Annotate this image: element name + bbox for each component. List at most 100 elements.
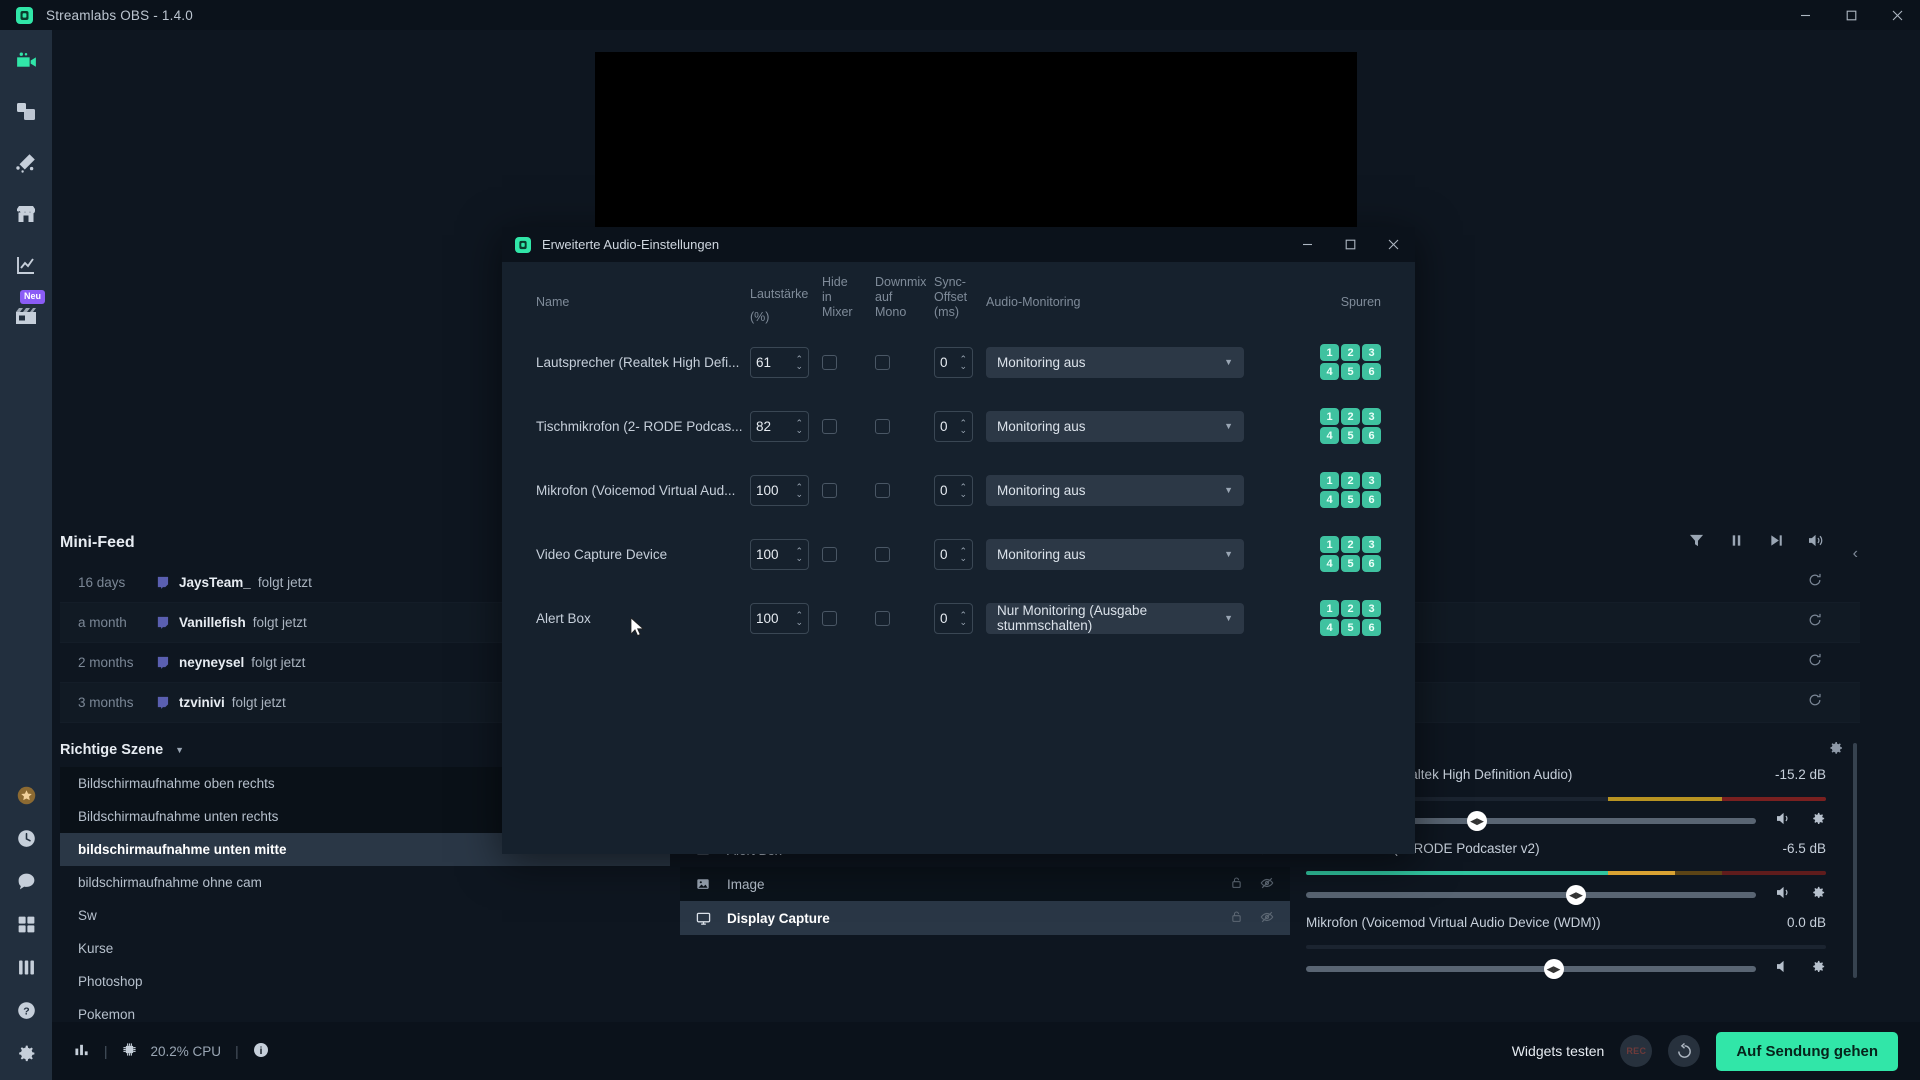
stepper-arrows-icon[interactable]: ⌃ ⌄	[959, 610, 967, 626]
layout-editor-icon[interactable]	[13, 99, 39, 125]
monitoring-select[interactable]: Monitoring aus ▼	[986, 410, 1254, 442]
stepper-arrows-icon[interactable]: ⌃ ⌄	[959, 482, 967, 498]
slider-handle[interactable]: ◀▶	[1566, 885, 1586, 905]
track-toggle-2[interactable]: 2	[1341, 536, 1360, 553]
track-toggle-2[interactable]: 2	[1341, 408, 1360, 425]
sidebar-item-scene[interactable]: Kurse	[60, 932, 670, 965]
slider-handle[interactable]: ◀▶	[1467, 811, 1487, 831]
replay-buffer-button[interactable]	[1668, 1035, 1701, 1067]
lock-icon[interactable]	[1230, 876, 1243, 893]
dialog-close-button[interactable]	[1372, 227, 1415, 262]
mute-icon[interactable]	[1776, 885, 1793, 905]
sync-offset-stepper[interactable]: 0 ⌃ ⌄	[934, 410, 986, 442]
sidebar-item-scene[interactable]: bildschirmaufnahme ohne cam	[60, 866, 670, 899]
list-item-selected[interactable]: Display Capture	[680, 901, 1290, 935]
recent-events-icon[interactable]	[15, 827, 37, 849]
track-toggle-5[interactable]: 5	[1341, 555, 1360, 572]
sync-offset-stepper[interactable]: 0 ⌃ ⌄	[934, 538, 986, 570]
settings-icon[interactable]	[15, 1042, 37, 1064]
dashboard-icon[interactable]	[13, 252, 39, 278]
dialog-minimize-button[interactable]	[1286, 227, 1329, 262]
mute-icon[interactable]	[1776, 959, 1793, 979]
volume-stepper[interactable]: 61 ⌃ ⌄	[750, 346, 822, 378]
stepper-arrows-icon[interactable]: ⌃ ⌄	[795, 546, 803, 562]
mute-icon[interactable]	[1776, 811, 1793, 831]
track-toggle-5[interactable]: 5	[1341, 491, 1360, 508]
store-icon[interactable]	[13, 201, 39, 227]
stepper-arrows-icon[interactable]: ⌃ ⌄	[959, 354, 967, 370]
track-toggle-3[interactable]: 3	[1362, 344, 1381, 361]
slider-handle[interactable]: ◀▶	[1543, 959, 1564, 979]
editor-icon[interactable]	[13, 48, 39, 74]
track-toggle-6[interactable]: 6	[1362, 555, 1381, 572]
maximize-button[interactable]	[1828, 0, 1874, 30]
volume-stepper[interactable]: 100 ⌃ ⌄	[750, 474, 822, 506]
track-toggle-4[interactable]: 4	[1320, 491, 1339, 508]
monitoring-select[interactable]: Nur Monitoring (Ausgabe stummschalten) ▼	[986, 602, 1254, 634]
chevron-down-icon[interactable]: ▼	[175, 745, 184, 755]
track-toggle-4[interactable]: 4	[1320, 363, 1339, 380]
highlighter-icon[interactable]: Neu	[13, 290, 46, 329]
track-toggle-1[interactable]: 1	[1320, 600, 1339, 617]
list-item[interactable]: Image	[680, 867, 1290, 901]
stepper-arrows-icon[interactable]: ⌃ ⌄	[795, 354, 803, 370]
track-toggle-3[interactable]: 3	[1362, 408, 1381, 425]
hide-in-mixer-checkbox[interactable]	[822, 546, 875, 562]
track-toggle-1[interactable]: 1	[1320, 344, 1339, 361]
info-icon[interactable]: i	[253, 1042, 269, 1061]
volume-slider[interactable]: ◀▶	[1306, 885, 1756, 905]
skip-icon[interactable]	[1767, 531, 1785, 549]
stepper-arrows-icon[interactable]: ⌃ ⌄	[795, 418, 803, 434]
track-toggle-6[interactable]: 6	[1362, 619, 1381, 636]
volume-icon[interactable]	[1807, 531, 1825, 549]
chevron-down-icon[interactable]: ▼	[1224, 421, 1233, 431]
performance-icon[interactable]	[74, 1042, 90, 1060]
track-toggle-6[interactable]: 6	[1362, 363, 1381, 380]
hide-in-mixer-checkbox[interactable]	[822, 418, 875, 434]
track-toggle-6[interactable]: 6	[1362, 491, 1381, 508]
chat-icon[interactable]	[15, 870, 37, 892]
stepper-arrows-icon[interactable]: ⌃ ⌄	[795, 482, 803, 498]
refresh-icon[interactable]	[1808, 613, 1822, 632]
chevron-down-icon[interactable]: ▼	[1224, 549, 1233, 559]
help-icon[interactable]: ?	[15, 999, 37, 1021]
stepper-arrows-icon[interactable]: ⌃ ⌄	[795, 610, 803, 626]
sync-offset-stepper[interactable]: 0 ⌃ ⌄	[934, 346, 986, 378]
channel-settings-icon[interactable]	[1811, 811, 1826, 831]
track-toggle-4[interactable]: 4	[1320, 619, 1339, 636]
track-toggle-4[interactable]: 4	[1320, 555, 1339, 572]
volume-stepper[interactable]: 100 ⌃ ⌄	[750, 538, 822, 570]
chevron-down-icon[interactable]: ▼	[1224, 357, 1233, 367]
track-toggle-1[interactable]: 1	[1320, 408, 1339, 425]
track-toggle-5[interactable]: 5	[1341, 619, 1360, 636]
track-toggle-3[interactable]: 3	[1362, 600, 1381, 617]
lock-icon[interactable]	[1230, 910, 1243, 927]
stepper-arrows-icon[interactable]: ⌃ ⌄	[959, 546, 967, 562]
go-live-button[interactable]: Auf Sendung gehen	[1716, 1031, 1898, 1071]
downmix-mono-checkbox[interactable]	[875, 418, 934, 434]
layout-columns-icon[interactable]	[15, 956, 37, 978]
downmix-mono-checkbox[interactable]	[875, 546, 934, 562]
sync-offset-stepper[interactable]: 0 ⌃ ⌄	[934, 474, 986, 506]
close-button[interactable]	[1874, 0, 1920, 30]
chevron-down-icon[interactable]: ▼	[1224, 613, 1233, 623]
monitoring-select[interactable]: Monitoring aus ▼	[986, 474, 1254, 506]
visibility-off-icon[interactable]	[1260, 876, 1274, 893]
test-widgets-button[interactable]: Widgets testen	[1512, 1043, 1605, 1059]
dialog-maximize-button[interactable]	[1329, 227, 1372, 262]
pause-icon[interactable]	[1727, 531, 1745, 549]
sidebar-item-scene[interactable]: Sw	[60, 899, 670, 932]
refresh-icon[interactable]	[1808, 573, 1822, 592]
chevron-down-icon[interactable]: ▼	[1224, 485, 1233, 495]
themes-icon[interactable]	[13, 150, 39, 176]
monitoring-select[interactable]: Monitoring aus ▼	[986, 538, 1254, 570]
filter-icon[interactable]	[1687, 531, 1705, 549]
apps-icon[interactable]	[15, 913, 37, 935]
downmix-mono-checkbox[interactable]	[875, 610, 934, 626]
track-toggle-1[interactable]: 1	[1320, 536, 1339, 553]
channel-settings-icon[interactable]	[1811, 885, 1826, 905]
track-toggle-5[interactable]: 5	[1341, 363, 1360, 380]
gear-icon[interactable]	[1828, 740, 1844, 761]
hide-in-mixer-checkbox[interactable]	[822, 610, 875, 626]
track-toggle-1[interactable]: 1	[1320, 472, 1339, 489]
